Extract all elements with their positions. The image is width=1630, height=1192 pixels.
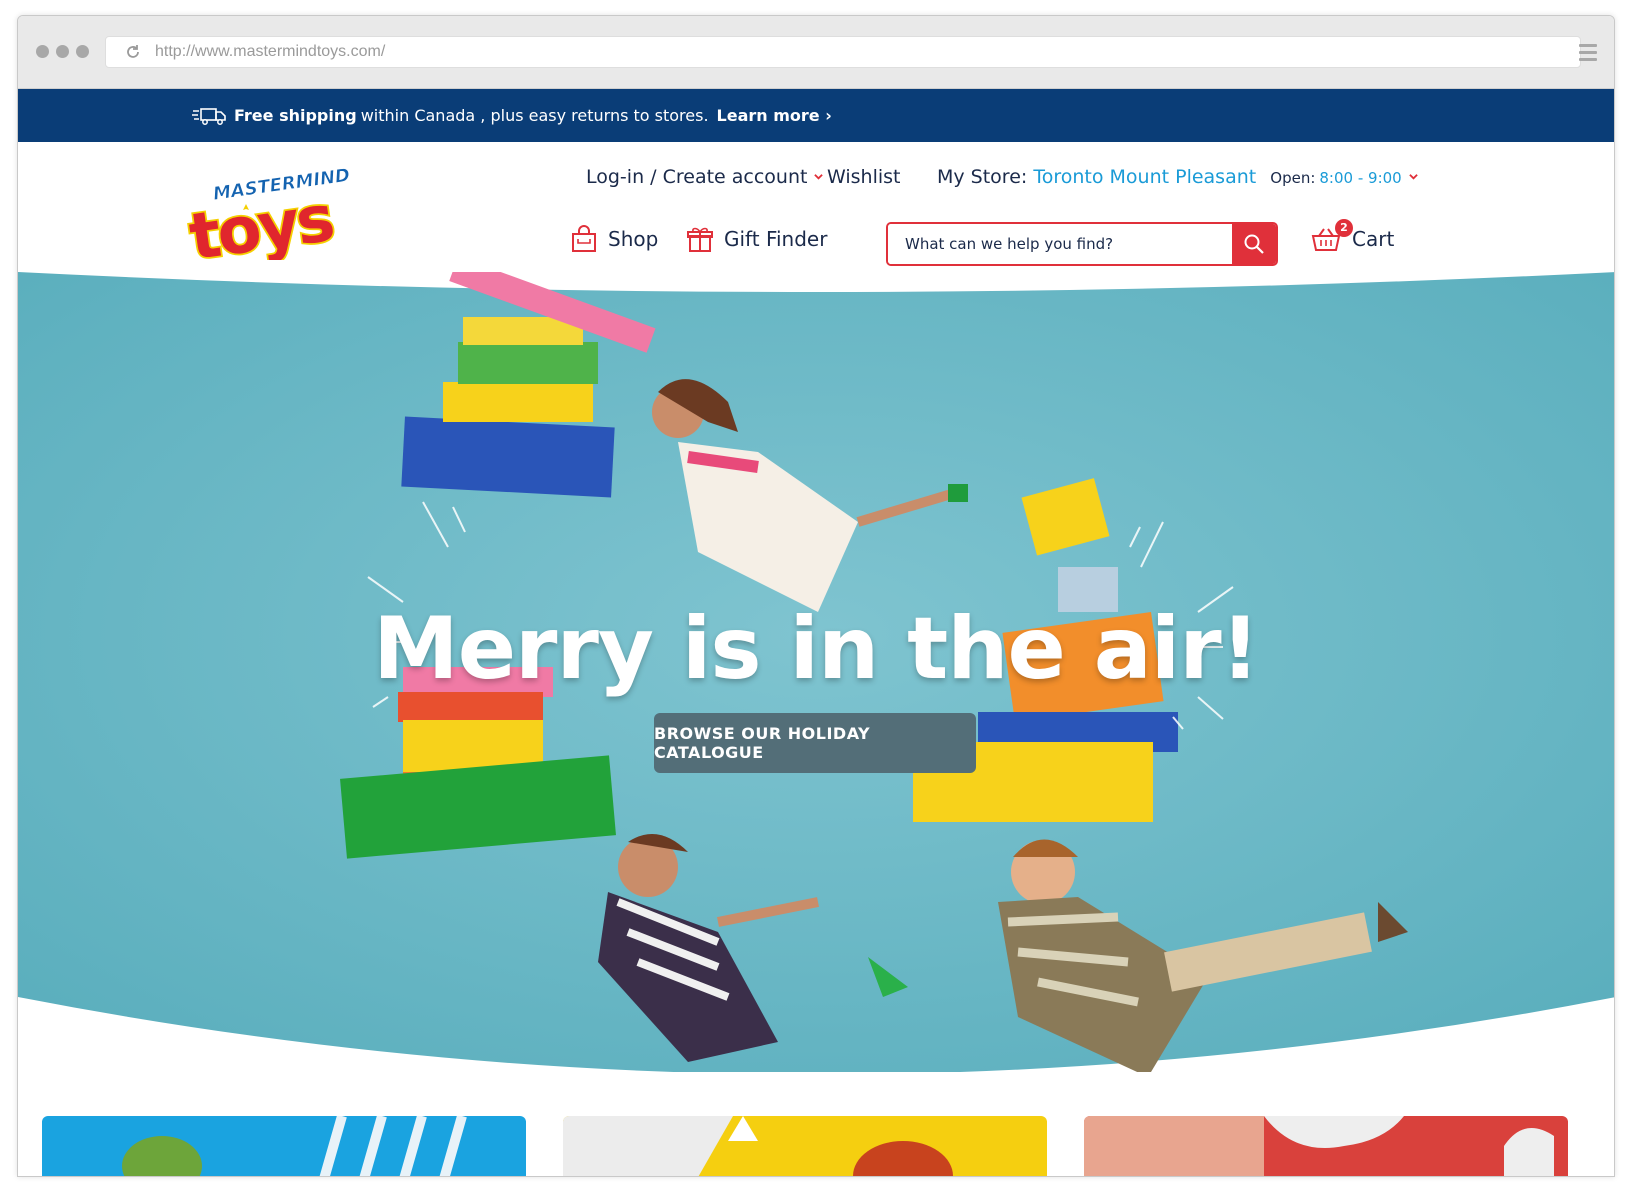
login-link[interactable]: Log-in / Create account [586,166,824,188]
store-name: Toronto Mount Pleasant [1033,166,1257,188]
gift-finder-button[interactable]: Gift Finder [686,225,827,253]
shop-label: Shop [608,227,659,251]
browser-menu-icon[interactable] [1579,44,1597,65]
promo-bold-text: Free shipping [234,106,357,125]
promo-bar: Free shipping within Canada , plus easy … [18,89,1614,142]
address-bar[interactable]: http://www.mastermindtoys.com/ [105,36,1581,68]
promo-text: within Canada , plus easy returns to sto… [360,106,709,125]
login-label: Log-in / Create account [586,166,808,188]
holiday-catalogue-button[interactable]: BROWSE OUR HOLIDAY CATALOGUE [654,713,976,773]
search-icon [1244,234,1264,254]
cart-label: Cart [1352,227,1395,251]
window-dot[interactable] [36,45,49,58]
store-label: My Store: [937,166,1028,188]
window-dot[interactable] [56,45,69,58]
browser-chrome: http://www.mastermindtoys.com/ [18,16,1614,89]
tile-image [563,1116,953,1176]
browser-window: http://www.mastermindtoys.com/ Free ship… [17,15,1615,1177]
site-header: MASTERMIND toys Log-in / Create account … [18,142,1614,272]
gift-finder-label: Gift Finder [724,227,828,251]
chevron-down-icon [814,174,824,180]
cart-button[interactable]: 2 Cart [1310,219,1395,253]
wishlist-link[interactable]: Wishlist [827,166,901,188]
truck-icon [192,107,226,125]
gift-icon [687,227,713,252]
promo-tile[interactable] [42,1116,526,1176]
learn-more-link[interactable]: Learn more › [717,106,832,125]
reload-icon[interactable] [123,42,143,62]
cart-count-badge: 2 [1335,219,1353,237]
url-text[interactable]: http://www.mastermindtoys.com/ [155,43,385,61]
utility-nav: Log-in / Create account Wishlist My Stor… [18,166,1614,196]
open-label: Open: [1270,169,1316,187]
chevron-down-icon [1408,174,1418,180]
window-dot[interactable] [76,45,89,58]
search-button[interactable] [1232,224,1276,264]
shop-button[interactable]: Shop [570,225,658,253]
search-input[interactable] [888,224,1232,264]
main-nav: Shop Gift Finder What can we help you fi… [18,219,1614,266]
hero-headline: Merry is in the air! [373,599,1260,699]
hero-banner: Merry is in the air! BROWSE OUR HOLIDAY … [18,272,1614,1072]
tile-image [1084,1116,1554,1176]
tile-image [122,1116,467,1176]
open-hours: 8:00 - 9:00 [1319,169,1402,187]
my-store-selector[interactable]: My Store: Toronto Mount Pleasant Open: 8:… [937,166,1418,188]
shopping-bag-icon [572,225,596,252]
promo-tile[interactable] [563,1116,1047,1176]
promo-tiles [18,1116,1614,1176]
window-controls [36,45,89,58]
search-box [886,222,1278,266]
promo-tile[interactable] [1084,1116,1568,1176]
